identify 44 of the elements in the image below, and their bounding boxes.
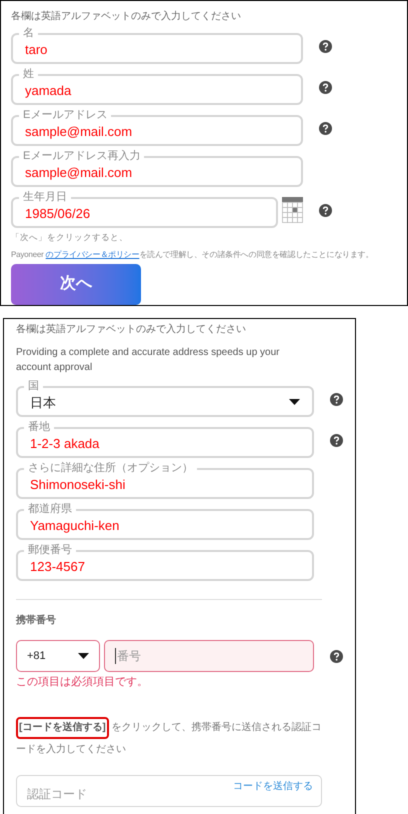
field-label: 都道府県 [27, 504, 73, 515]
field-label: 姓 [22, 69, 35, 80]
help-icon[interactable] [330, 650, 343, 662]
text-field[interactable]: 都道府県 Yamaguchi-ken [16, 504, 314, 540]
address-hint-text: Providing a complete and accurate address speeds up your account approval [16, 346, 280, 375]
instruction-text: 各欄は英語アルファベットのみで入力してください [11, 10, 242, 24]
text-field[interactable]: さらに詳細な住所（オプション） Shimonoseki-shi [16, 463, 314, 499]
text-field[interactable]: Eメールアドレス sample@mail.com [11, 110, 303, 146]
field-label: 名 [22, 28, 35, 39]
field-label: さらに詳細な住所（オプション） [27, 463, 194, 474]
phone-heading: 携帯番号 [16, 614, 57, 628]
country-code-select[interactable]: +81 [16, 640, 100, 672]
send-code-link[interactable]: コードを送信する [233, 778, 313, 794]
instruction-text: 各欄は英語アルファベットのみで入力してください [16, 322, 247, 337]
text-field[interactable]: 番地 1-2-3 akada [16, 422, 314, 458]
field-label: 国 [27, 381, 40, 392]
text-field[interactable]: 姓 yamada [11, 69, 303, 105]
date-field[interactable]: 生年月日 1985/06/26 [11, 192, 278, 228]
field-label: 番地 [27, 422, 51, 433]
text-field[interactable]: Eメールアドレス再入力 sample@mail.com [11, 151, 303, 187]
verification-code-field[interactable]: 認証コード コードを送信する [16, 774, 322, 806]
help-icon[interactable] [330, 434, 343, 446]
caret-icon [289, 399, 300, 405]
next-button[interactable]: 次へ [11, 264, 141, 305]
field-label: Eメールアドレス [22, 110, 108, 121]
select-field[interactable]: 国 日本 [16, 381, 314, 417]
field-label: Eメールアドレス再入力 [22, 151, 142, 162]
help-icon[interactable] [319, 122, 332, 134]
help-icon[interactable] [319, 204, 332, 216]
terms-text: Payoneer のプライバシー＆ポリシーを読んで理解し、その諸条件への同意を確認したことになります。 [11, 248, 374, 261]
field-label: 生年月日 [22, 192, 68, 203]
help-icon[interactable] [319, 40, 332, 52]
privacy-policy-link[interactable]: のプライバシー＆ポリシー [46, 250, 140, 259]
phone-number-field[interactable]: 番号 [104, 640, 314, 672]
text-field[interactable]: 名 taro [11, 28, 303, 64]
caret-icon [78, 653, 89, 659]
field-label: 郵便番号 [27, 545, 73, 556]
code-instruction-text: [コードを送信する] をクリックして、携帯番号に送信される認証コードを入力してください [16, 716, 328, 760]
calendar-icon[interactable] [282, 197, 303, 223]
help-icon[interactable] [330, 392, 343, 406]
text-field[interactable]: 郵便番号 123-4567 [16, 545, 314, 581]
note-text: 「次へ」をクリックすると、 [11, 231, 129, 244]
help-icon[interactable] [319, 80, 332, 94]
error-message: この項目は必須項目です。 [16, 674, 149, 690]
